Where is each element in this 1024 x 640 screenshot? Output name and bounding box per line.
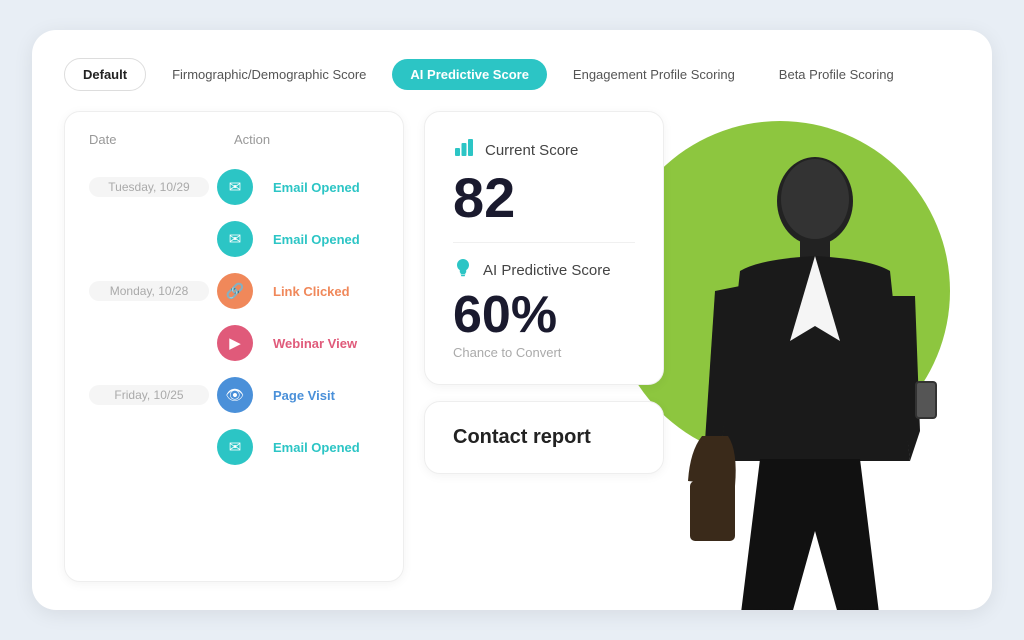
current-score-row: Current Score [453,136,635,164]
action-label: Page Visit [273,388,379,403]
action-label: Link Clicked [273,284,379,299]
predictive-score-label: AI Predictive Score [483,262,611,279]
lightbulb-icon [453,257,473,283]
activity-header: Date Action [89,132,379,147]
predictive-score-row: AI Predictive Score [453,257,635,283]
table-row: ✉ Email Opened [89,423,379,471]
date-badge: Tuesday, 10/29 [89,177,209,197]
tab-default[interactable]: Default [64,58,146,91]
tab-engagement[interactable]: Engagement Profile Scoring [555,59,753,90]
divider [453,242,635,243]
date-badge: Monday, 10/28 [89,281,209,301]
table-row: ▶ Webinar View [89,319,379,367]
activity-panel: Date Action Tuesday, 10/29 ✉ Email Opene… [64,111,404,582]
table-row: Monday, 10/28 🔗 Link Clicked [89,267,379,315]
main-card: Default Firmographic/Demographic Score A… [32,30,992,610]
tab-ai-predictive[interactable]: AI Predictive Score [392,59,547,90]
tab-beta[interactable]: Beta Profile Scoring [761,59,912,90]
current-score-value: 82 [453,170,635,226]
date-badge: Friday, 10/25 [89,385,209,405]
right-side: Current Score 82 AI Predictive Score [424,111,960,582]
content-area: Date Action Tuesday, 10/29 ✉ Email Opene… [64,111,960,582]
bar-chart-icon [453,136,475,164]
action-column-header: Action [234,132,379,147]
table-row: ✉ Email Opened [89,215,379,263]
tabs-bar: Default Firmographic/Demographic Score A… [64,58,960,91]
webinar-icon: ▶ [217,325,253,361]
score-card: Current Score 82 AI Predictive Score [424,111,664,385]
action-label: Email Opened [273,180,379,195]
contact-report-card[interactable]: Contact report [424,401,664,474]
person-silhouette [660,141,960,610]
date-column-header: Date [89,132,234,147]
predictive-score-value: 60% [453,289,635,341]
current-score-label: Current Score [485,142,578,159]
main-container: Default Firmographic/Demographic Score A… [0,0,1024,640]
email-icon: ✉ [217,221,253,257]
email-icon: ✉ [217,169,253,205]
page-icon: 👁 [217,377,253,413]
action-label: Webinar View [273,336,379,351]
link-icon: 🔗 [217,273,253,309]
action-label: Email Opened [273,440,379,455]
activity-rows: Tuesday, 10/29 ✉ Email Opened ✉ Email Op… [89,163,379,471]
tab-firmographic[interactable]: Firmographic/Demographic Score [154,59,384,90]
table-row: Friday, 10/25 👁 Page Visit [89,371,379,419]
email-icon: ✉ [217,429,253,465]
table-row: Tuesday, 10/29 ✉ Email Opened [89,163,379,211]
contact-report-title: Contact report [453,426,591,448]
chance-to-convert-label: Chance to Convert [453,345,635,360]
action-label: Email Opened [273,232,379,247]
